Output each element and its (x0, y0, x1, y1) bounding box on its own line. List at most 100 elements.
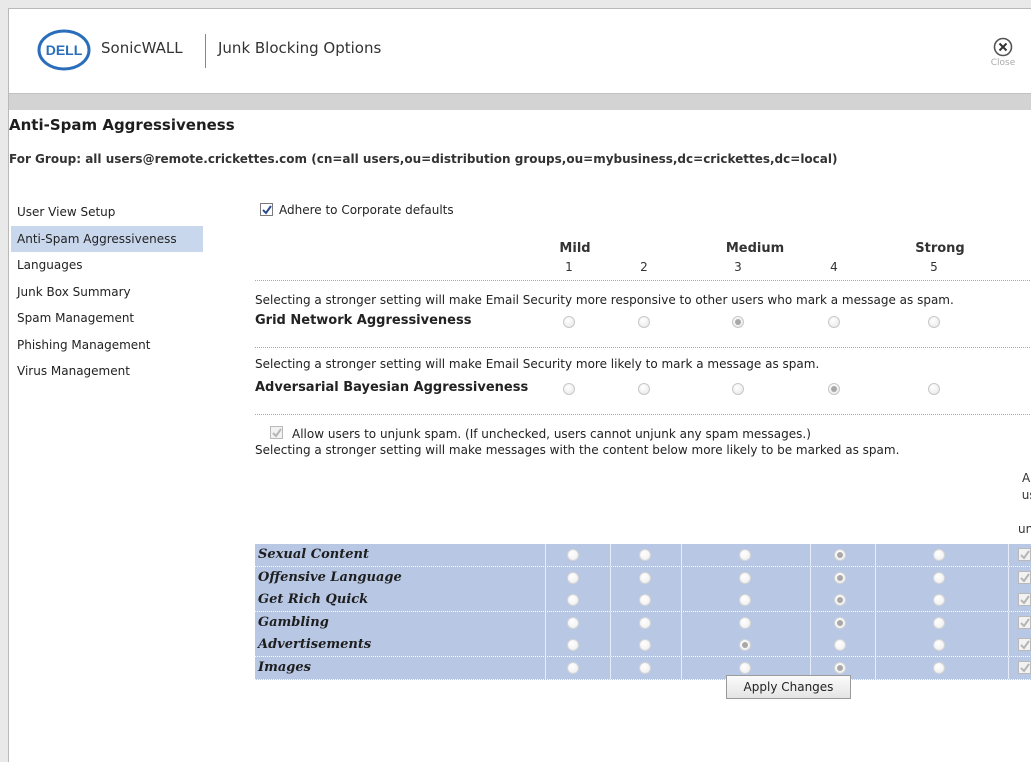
column-divider (545, 656, 546, 679)
scale-label-strong: Strong (915, 241, 965, 256)
sidebar-item[interactable]: User View Setup (11, 199, 211, 226)
corporate-defaults-checkbox[interactable] (260, 203, 273, 216)
sidebar-item[interactable]: Phishing Management (11, 332, 211, 359)
column-divider (1008, 611, 1009, 634)
category-radio-2[interactable] (639, 549, 651, 561)
header-divider (205, 34, 206, 68)
scale-label-mild: Mild (559, 241, 591, 256)
allow-header-line: to (1018, 504, 1031, 521)
bayesian-radio-4[interactable] (828, 383, 840, 395)
category-radio-5[interactable] (933, 616, 945, 629)
grid-network-radio-2[interactable] (638, 316, 650, 328)
checkmark-icon (262, 205, 272, 215)
column-divider (1008, 566, 1009, 589)
column-divider (545, 566, 546, 589)
apply-changes-button[interactable]: Apply Changes (726, 675, 851, 699)
category-radio-1[interactable] (567, 549, 579, 561)
column-divider (810, 544, 811, 566)
grid-network-radio-3[interactable] (732, 316, 744, 328)
settings-panel: Adhere to Corporate defaults Mild Medium… (255, 9, 1031, 762)
category-radio-1[interactable] (567, 639, 579, 651)
column-divider (875, 544, 876, 566)
junk-blocking-window: DELL SonicWALL Junk Blocking Options Clo… (8, 8, 1031, 762)
category-radio-3[interactable] (739, 639, 751, 651)
table-row: Get Rich Quick (255, 589, 1031, 612)
allow-header-line: Allow (1021, 471, 1031, 485)
page-title: Anti-Spam Aggressiveness (9, 116, 235, 134)
category-radio-3[interactable] (739, 594, 751, 606)
sidebar-item[interactable]: Spam Management (11, 305, 211, 332)
column-divider (681, 566, 682, 589)
divider (255, 280, 1031, 281)
table-row: Offensive Language (255, 566, 1031, 590)
bayesian-radio-1[interactable] (563, 383, 575, 395)
sidebar-nav: User View Setup Anti-Spam Aggressiveness L… (11, 199, 211, 385)
table-row: Sexual Content (255, 544, 1031, 567)
column-divider (810, 611, 811, 634)
allow-unjunk-checkbox[interactable] (270, 426, 283, 439)
category-radio-3[interactable] (739, 549, 751, 561)
category-radio-4[interactable] (834, 639, 846, 651)
column-divider (810, 566, 811, 589)
allow-unjunk-row-checkbox[interactable] (1018, 548, 1031, 561)
corporate-defaults-label: Adhere to Corporate defaults (279, 203, 454, 217)
category-radio-1[interactable] (567, 616, 579, 629)
column-divider (1008, 544, 1009, 566)
table-row: Images (255, 656, 1031, 680)
category-radio-1[interactable] (567, 661, 579, 674)
sidebar-item[interactable]: Languages (11, 252, 211, 279)
bayesian-radio-3[interactable] (732, 383, 744, 395)
grid-network-radio-1[interactable] (563, 316, 575, 328)
column-divider (875, 634, 876, 656)
divider (255, 347, 1031, 348)
column-divider (610, 589, 611, 611)
category-radio-5[interactable] (933, 549, 945, 561)
sidebar-item[interactable]: Virus Management (11, 358, 211, 385)
category-radio-4[interactable] (834, 549, 846, 561)
column-divider (875, 656, 876, 679)
column-divider (681, 589, 682, 611)
category-radio-3[interactable] (739, 616, 751, 629)
checkmark-icon (1020, 550, 1030, 560)
allow-unjunk-row-checkbox[interactable] (1018, 593, 1031, 606)
category-radio-2[interactable] (639, 661, 651, 674)
column-divider (610, 656, 611, 679)
allow-unjunk-row-checkbox[interactable] (1018, 638, 1031, 651)
category-radio-4[interactable] (834, 661, 846, 674)
column-divider (681, 544, 682, 566)
grid-network-radio-5[interactable] (928, 316, 940, 328)
category-radio-3[interactable] (739, 571, 751, 584)
category-radio-1[interactable] (567, 571, 579, 584)
sidebar-item[interactable]: Junk Box Summary (11, 279, 211, 306)
category-radio-5[interactable] (933, 661, 945, 674)
category-radio-2[interactable] (639, 639, 651, 651)
checkmark-icon (1020, 572, 1030, 583)
category-radio-5[interactable] (933, 594, 945, 606)
category-radio-2[interactable] (639, 616, 651, 629)
category-radio-1[interactable] (567, 594, 579, 606)
category-radio-2[interactable] (639, 594, 651, 606)
column-divider (810, 589, 811, 611)
checkmark-icon (1020, 595, 1030, 605)
category-radio-3[interactable] (739, 661, 751, 674)
category-radio-5[interactable] (933, 571, 945, 584)
bayesian-label: Adversarial Bayesian Aggressiveness (255, 380, 529, 395)
allow-unjunk-row-checkbox[interactable] (1018, 615, 1031, 629)
dell-logo: DELL (37, 29, 91, 71)
allow-unjunk-row-checkbox[interactable] (1018, 570, 1031, 584)
category-radio-5[interactable] (933, 639, 945, 651)
column-divider (545, 634, 546, 656)
bayesian-radio-2[interactable] (638, 383, 650, 395)
category-radio-4[interactable] (834, 594, 846, 606)
column-divider (1008, 634, 1009, 656)
category-radio-4[interactable] (834, 616, 846, 629)
allow-unjunk-row-checkbox[interactable] (1018, 660, 1031, 674)
column-divider (875, 589, 876, 611)
category-radio-4[interactable] (834, 571, 846, 584)
sidebar-item[interactable]: Anti-Spam Aggressiveness (11, 225, 203, 252)
category-radio-2[interactable] (639, 571, 651, 584)
bayesian-radio-5[interactable] (928, 383, 940, 395)
grid-network-radio-4[interactable] (828, 316, 840, 328)
table-row: Advertisements (255, 634, 1031, 657)
column-divider (610, 544, 611, 566)
